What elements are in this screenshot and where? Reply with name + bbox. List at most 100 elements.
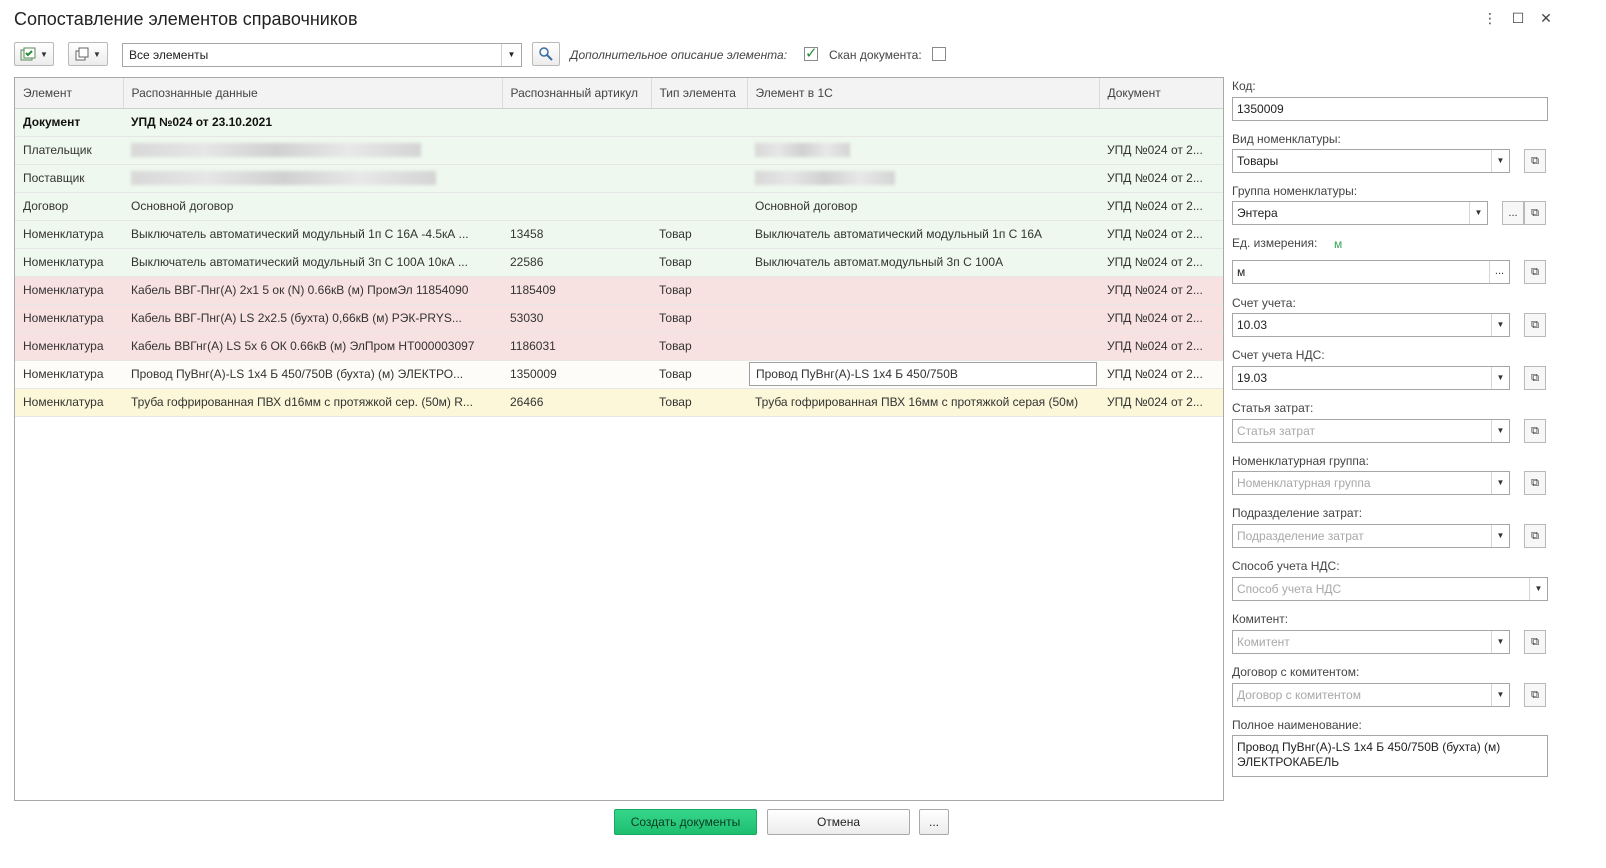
open-icon[interactable]: ⧉: [1524, 149, 1546, 173]
table-row[interactable]: Номенклатура Выключатель автоматический …: [15, 220, 1223, 249]
cell-element: Поставщик: [15, 164, 123, 193]
chevron-down-icon[interactable]: ▼: [1491, 150, 1509, 172]
mapping-table: Элемент Распознанные данные Распознанный…: [14, 77, 1224, 801]
chevron-down-icon[interactable]: ▼: [1491, 631, 1509, 653]
chevron-down-icon[interactable]: ▼: [1491, 684, 1509, 706]
filter-select-value: Все элементы: [129, 48, 209, 62]
cell-document: УПД №024 от 2...: [1099, 164, 1223, 193]
cell-article: [502, 164, 651, 193]
cell-element: Номенклатура: [15, 388, 123, 417]
table-row-selected[interactable]: Номенклатура Провод ПуВнг(А)-LS 1х4 Б 45…: [15, 360, 1223, 389]
kod-label: Код:: [1232, 79, 1256, 93]
vid-value: Товары: [1237, 154, 1279, 168]
cell-recognized: Кабель ВВГ-Пнг(А) LS 2х2.5 (бухта) 0,66к…: [123, 304, 502, 333]
account-field[interactable]: 10.03 ▼: [1232, 313, 1510, 337]
column-header-element[interactable]: Элемент: [15, 78, 124, 109]
chevron-down-icon[interactable]: ▼: [1529, 578, 1547, 600]
cell-type: Товар: [651, 248, 747, 277]
table-row[interactable]: Документ УПД №024 от 23.10.2021: [15, 108, 1223, 137]
committent-field[interactable]: Комитент ▼: [1232, 630, 1510, 654]
full-name-field[interactable]: Провод ПуВнг(А)-LS 1х4 Б 450/750В (бухта…: [1232, 735, 1548, 777]
scan-document-checkbox[interactable]: [932, 47, 946, 61]
column-header-document[interactable]: Документ: [1099, 78, 1223, 109]
more-actions-button[interactable]: ...: [919, 809, 949, 835]
check-all-button[interactable]: ▼: [14, 42, 54, 66]
cell-recognized: Выключатель автоматический модульный 1п …: [123, 220, 502, 249]
unit-field[interactable]: м...: [1232, 260, 1510, 284]
cell-element: Номенклатура: [15, 220, 123, 249]
table-row[interactable]: Номенклатура Кабель ВВГнг(А) LS 5х 6 ОК …: [15, 332, 1223, 361]
cost-dept-field[interactable]: Подразделение затрат ▼: [1232, 524, 1510, 548]
extra-description-checkbox[interactable]: [804, 44, 818, 62]
table-row[interactable]: Номенклатура Кабель ВВГ-Пнг(А) LS 2х2.5 …: [15, 304, 1223, 333]
column-header-type[interactable]: Тип элемента: [651, 78, 748, 109]
open-icon[interactable]: ⧉: [1524, 471, 1546, 495]
chevron-down-icon[interactable]: ▼: [1491, 420, 1509, 442]
chevron-down-icon[interactable]: ▼: [1469, 202, 1487, 224]
column-header-recognized[interactable]: Распознанные данные: [123, 78, 503, 109]
cell-type: Товар: [651, 388, 747, 417]
table-row[interactable]: Номенклатура Кабель ВВГ-Пнг(А) 2х1 5 ок …: [15, 276, 1223, 305]
cell-1c: Выключатель автомат.модульный 3п C 100А: [747, 248, 1099, 277]
chevron-down-icon[interactable]: ▼: [1491, 525, 1509, 547]
unit-label: Ед. измерения:: [1232, 236, 1318, 250]
cancel-button[interactable]: Отмена: [767, 809, 910, 835]
cell-document: УПД №024 от 2...: [1099, 276, 1223, 305]
table-row[interactable]: Договор Основной договор Основной догово…: [15, 192, 1223, 221]
open-icon[interactable]: ⧉: [1524, 260, 1546, 284]
full-name-label: Полное наименование:: [1232, 718, 1362, 732]
vat-method-field[interactable]: Способ учета НДС ▼: [1232, 577, 1548, 601]
cell-1c-editor[interactable]: Провод ПуВнг(А)-LS 1х4 Б 450/750В: [749, 362, 1097, 386]
cost-item-placeholder: Статья затрат: [1237, 424, 1316, 438]
find-match-button[interactable]: [532, 42, 560, 66]
open-icon[interactable]: ⧉: [1524, 683, 1546, 707]
more-menu-icon[interactable]: ⋮: [1480, 8, 1500, 28]
table-row[interactable]: Номенклатура Выключатель автоматический …: [15, 248, 1223, 277]
vid-field[interactable]: Товары ▼: [1232, 149, 1510, 173]
cell-article: 22586: [502, 248, 651, 277]
cell-document: УПД №024 от 2...: [1099, 332, 1223, 361]
table-row[interactable]: Плательщик УПД №024 от 2...: [15, 136, 1223, 165]
redacted-text: [755, 171, 895, 186]
select-dots-button[interactable]: ...: [1489, 261, 1509, 283]
column-header-1c[interactable]: Элемент в 1С: [747, 78, 1100, 109]
window-title: Сопоставление элементов справочников: [14, 9, 358, 29]
copy-button[interactable]: ▼: [68, 42, 108, 66]
cost-item-field[interactable]: Статья затрат ▼: [1232, 419, 1510, 443]
cell-type: Товар: [651, 332, 747, 361]
chevron-down-icon[interactable]: ▼: [501, 44, 521, 66]
open-icon[interactable]: ⧉: [1524, 630, 1546, 654]
chevron-down-icon[interactable]: ▼: [1491, 472, 1509, 494]
cell-type: Товар: [651, 220, 747, 249]
chevron-down-icon[interactable]: ▼: [1491, 314, 1509, 336]
cell-document: УПД №024 от 2...: [1099, 248, 1223, 277]
select-dots-button[interactable]: ...: [1502, 201, 1524, 225]
cell-recognized: Кабель ВВГ-Пнг(А) 2х1 5 ок (N) 0.66кВ (м…: [123, 276, 502, 305]
create-documents-button[interactable]: Создать документы: [614, 809, 757, 835]
open-icon[interactable]: ⧉: [1524, 201, 1546, 225]
column-header-article[interactable]: Распознанный артикул: [502, 78, 652, 109]
chevron-down-icon[interactable]: ▼: [1491, 367, 1509, 389]
open-icon[interactable]: ⧉: [1524, 524, 1546, 548]
committent-contract-field[interactable]: Договор с комитентом ▼: [1232, 683, 1510, 707]
table-row[interactable]: Номенклатура Труба гофрированная ПВХ d16…: [15, 388, 1223, 417]
group-field[interactable]: Энтера ▼: [1232, 201, 1488, 225]
cell-document: УПД №024 от 2...: [1099, 360, 1223, 389]
table-row[interactable]: Поставщик УПД №024 от 2...: [15, 164, 1223, 193]
cell-element: Плательщик: [15, 136, 123, 165]
cell-1c[interactable]: Провод ПуВнг(А)-LS 1х4 Б 450/750В: [747, 360, 1099, 389]
filter-select[interactable]: Все элементы ▼: [122, 43, 522, 67]
cell-type: [651, 136, 747, 165]
close-icon[interactable]: ✕: [1536, 8, 1556, 28]
nom-group-field[interactable]: Номенклатурная группа ▼: [1232, 471, 1510, 495]
open-icon[interactable]: ⧉: [1524, 366, 1546, 390]
committent-contract-label: Договор с комитентом:: [1232, 665, 1360, 679]
kod-field[interactable]: 1350009: [1232, 97, 1548, 121]
cell-article: 26466: [502, 388, 651, 417]
open-icon[interactable]: ⧉: [1524, 419, 1546, 443]
open-icon[interactable]: ⧉: [1524, 313, 1546, 337]
maximize-icon[interactable]: ☐: [1508, 8, 1528, 28]
cell-type: [651, 164, 747, 193]
vat-account-field[interactable]: 19.03 ▼: [1232, 366, 1510, 390]
cell-article: 53030: [502, 304, 651, 333]
